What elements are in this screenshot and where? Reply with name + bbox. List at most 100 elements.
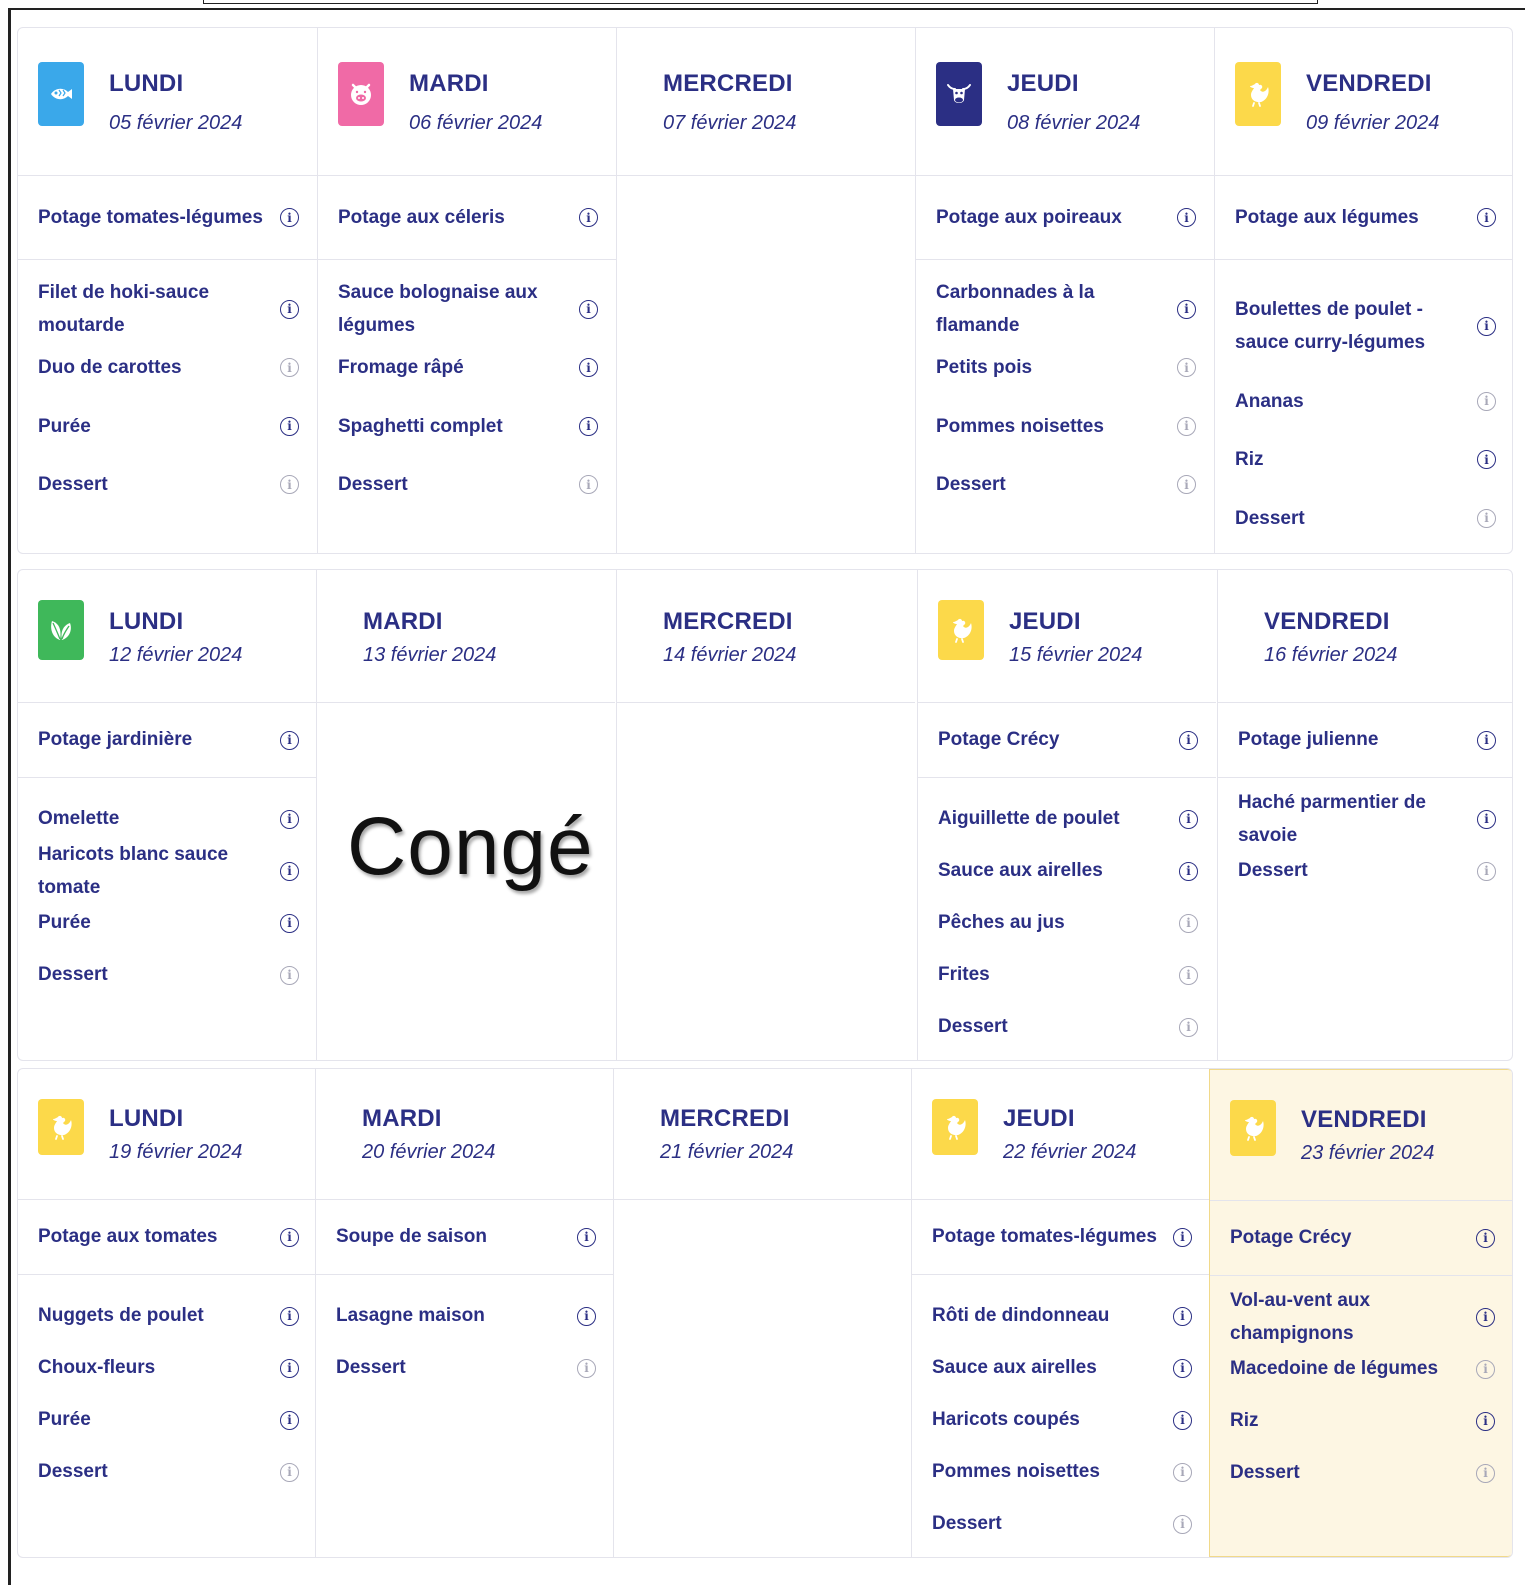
info-icon[interactable]: i — [280, 1227, 299, 1247]
info-icon[interactable]: i — [1179, 965, 1198, 985]
info-icon[interactable]: i — [280, 208, 299, 227]
info-icon[interactable]: i — [1177, 208, 1196, 227]
info-icon[interactable]: i — [579, 416, 598, 436]
rooster-icon — [38, 1099, 84, 1155]
day-date: 09 février 2024 — [1306, 112, 1440, 134]
info-icon[interactable]: i — [1179, 730, 1198, 750]
info-icon[interactable]: i — [1173, 1306, 1192, 1326]
info-icon[interactable]: i — [280, 965, 299, 985]
menu-item: Potage aux légumes i — [1215, 176, 1512, 259]
info-icon[interactable]: i — [1477, 861, 1496, 881]
info-icon[interactable]: i — [1173, 1410, 1192, 1430]
day-date: 14 février 2024 — [663, 644, 797, 666]
menu-item: Fromage râpé i — [318, 339, 616, 398]
info-icon[interactable]: i — [579, 299, 598, 319]
info-icon[interactable]: i — [1476, 1463, 1495, 1483]
info-icon[interactable]: i — [1476, 1228, 1495, 1248]
info-icon[interactable]: i — [1477, 391, 1496, 411]
menu-item: Spaghetti complet i — [318, 397, 616, 456]
info-icon[interactable]: i — [577, 1306, 596, 1326]
main-course-section: Boulettes de poulet - sauce curry-légume… — [1215, 260, 1512, 548]
menu-item: Dessert i — [1218, 845, 1512, 897]
menu-item: Potage Crécy i — [918, 703, 1216, 777]
info-icon[interactable]: i — [577, 1358, 596, 1378]
info-icon[interactable]: i — [1179, 809, 1198, 829]
info-icon[interactable]: i — [1177, 299, 1196, 319]
info-icon[interactable]: i — [280, 358, 299, 378]
info-icon[interactable]: i — [1476, 1411, 1495, 1431]
menu-item: Dessert i — [316, 1342, 614, 1394]
info-icon[interactable]: i — [1179, 913, 1198, 933]
info-icon[interactable]: i — [1173, 1358, 1192, 1378]
day-header: MARDI 06 février 2024 — [318, 28, 616, 176]
info-icon[interactable]: i — [579, 475, 598, 495]
info-icon[interactable]: i — [280, 299, 299, 319]
menu-item-label: Potage aux poireaux — [936, 206, 1122, 228]
week-3: LUNDI 19 février 2024 Potage aux tomates i N… — [17, 1068, 1513, 1558]
day-name: VENDREDI — [1264, 608, 1390, 635]
info-icon[interactable]: i — [280, 1410, 299, 1430]
info-icon[interactable]: i — [1477, 208, 1496, 227]
day-name: LUNDI — [109, 70, 184, 97]
info-icon[interactable]: i — [1476, 1359, 1495, 1379]
info-icon[interactable]: i — [280, 1358, 299, 1378]
menu-item-label: Carbonnades à la flamande — [936, 282, 1095, 337]
menu-item-label: Filet de hoki-sauce moutarde — [38, 282, 210, 337]
menu-item-label: Purée — [38, 415, 91, 437]
menu-item: Ananas i — [1215, 372, 1512, 431]
day-header: LUNDI 12 février 2024 — [18, 570, 317, 703]
day-header: VENDREDI 23 février 2024 — [1210, 1070, 1512, 1201]
day-column-jeudi: JEUDI 08 février 2024 Potage aux poireaux i… — [915, 28, 1214, 553]
info-icon[interactable]: i — [280, 416, 299, 436]
info-icon[interactable]: i — [280, 913, 299, 933]
info-icon[interactable]: i — [280, 475, 299, 495]
info-icon[interactable]: i — [1173, 1227, 1192, 1247]
info-icon[interactable]: i — [1179, 1017, 1198, 1037]
info-icon[interactable]: i — [1177, 358, 1196, 378]
day-name: VENDREDI — [1306, 70, 1432, 97]
info-icon[interactable]: i — [1477, 730, 1496, 750]
info-icon[interactable]: i — [1173, 1514, 1192, 1534]
info-icon[interactable]: i — [579, 208, 598, 227]
menu-item-label: Macedoine de légumes — [1230, 1358, 1439, 1380]
info-icon[interactable]: i — [1477, 508, 1496, 528]
menu-item: Dessert i — [18, 456, 317, 515]
starter-section: Potage tomates-légumes i — [18, 176, 317, 260]
day-header: MERCREDI 21 février 2024 — [614, 1069, 912, 1200]
info-icon[interactable]: i — [280, 730, 299, 750]
info-icon[interactable]: i — [579, 358, 598, 378]
menu-item-label: Dessert — [938, 1016, 1008, 1038]
info-icon[interactable]: i — [1177, 475, 1196, 495]
menu-item-label: Aiguillette de poulet — [938, 808, 1120, 830]
menu-item-label: Choux-fleurs — [38, 1357, 156, 1379]
menu-item: Potage Crécy i — [1210, 1201, 1512, 1275]
menu-item-label: Rôti de dindonneau — [932, 1305, 1110, 1327]
menu-item: Potage aux tomates i — [18, 1200, 317, 1274]
info-icon[interactable]: i — [1179, 861, 1198, 881]
menu-item-label: Potage tomates-légumes — [38, 206, 263, 228]
info-icon[interactable]: i — [1177, 416, 1196, 436]
menu-item-label: Ananas — [1235, 390, 1304, 412]
menu-item-label: Soupe de saison — [336, 1226, 487, 1248]
day-name: JEUDI — [1007, 70, 1079, 97]
day-name: LUNDI — [109, 1105, 184, 1132]
main-course-section: Aiguillette de poulet i Sauce aux airelles… — [918, 778, 1216, 1053]
day-column-mardi: MARDI 06 février 2024 Potage aux céleris i S… — [317, 28, 616, 553]
info-icon[interactable]: i — [1477, 450, 1496, 470]
starter-section: Potage aux tomates i — [18, 1200, 317, 1275]
day-date: 20 février 2024 — [362, 1141, 496, 1163]
info-icon[interactable]: i — [1173, 1462, 1192, 1482]
info-icon[interactable]: i — [1476, 1307, 1495, 1327]
day-column-lundi: LUNDI 12 février 2024 Potage jardinière i Om… — [18, 570, 317, 1060]
info-icon[interactable]: i — [280, 1306, 299, 1326]
menu-item-label: Frites — [938, 964, 990, 986]
menu-item-label: Dessert — [932, 1513, 1002, 1535]
info-icon[interactable]: i — [1477, 316, 1496, 336]
day-header: LUNDI 19 février 2024 — [18, 1069, 317, 1200]
info-icon[interactable]: i — [1477, 809, 1496, 829]
info-icon[interactable]: i — [280, 1462, 299, 1482]
menu-item: Boulettes de poulet - sauce curry-légume… — [1215, 280, 1512, 372]
info-icon[interactable]: i — [577, 1227, 596, 1247]
info-icon[interactable]: i — [280, 809, 299, 829]
info-icon[interactable]: i — [280, 861, 299, 881]
